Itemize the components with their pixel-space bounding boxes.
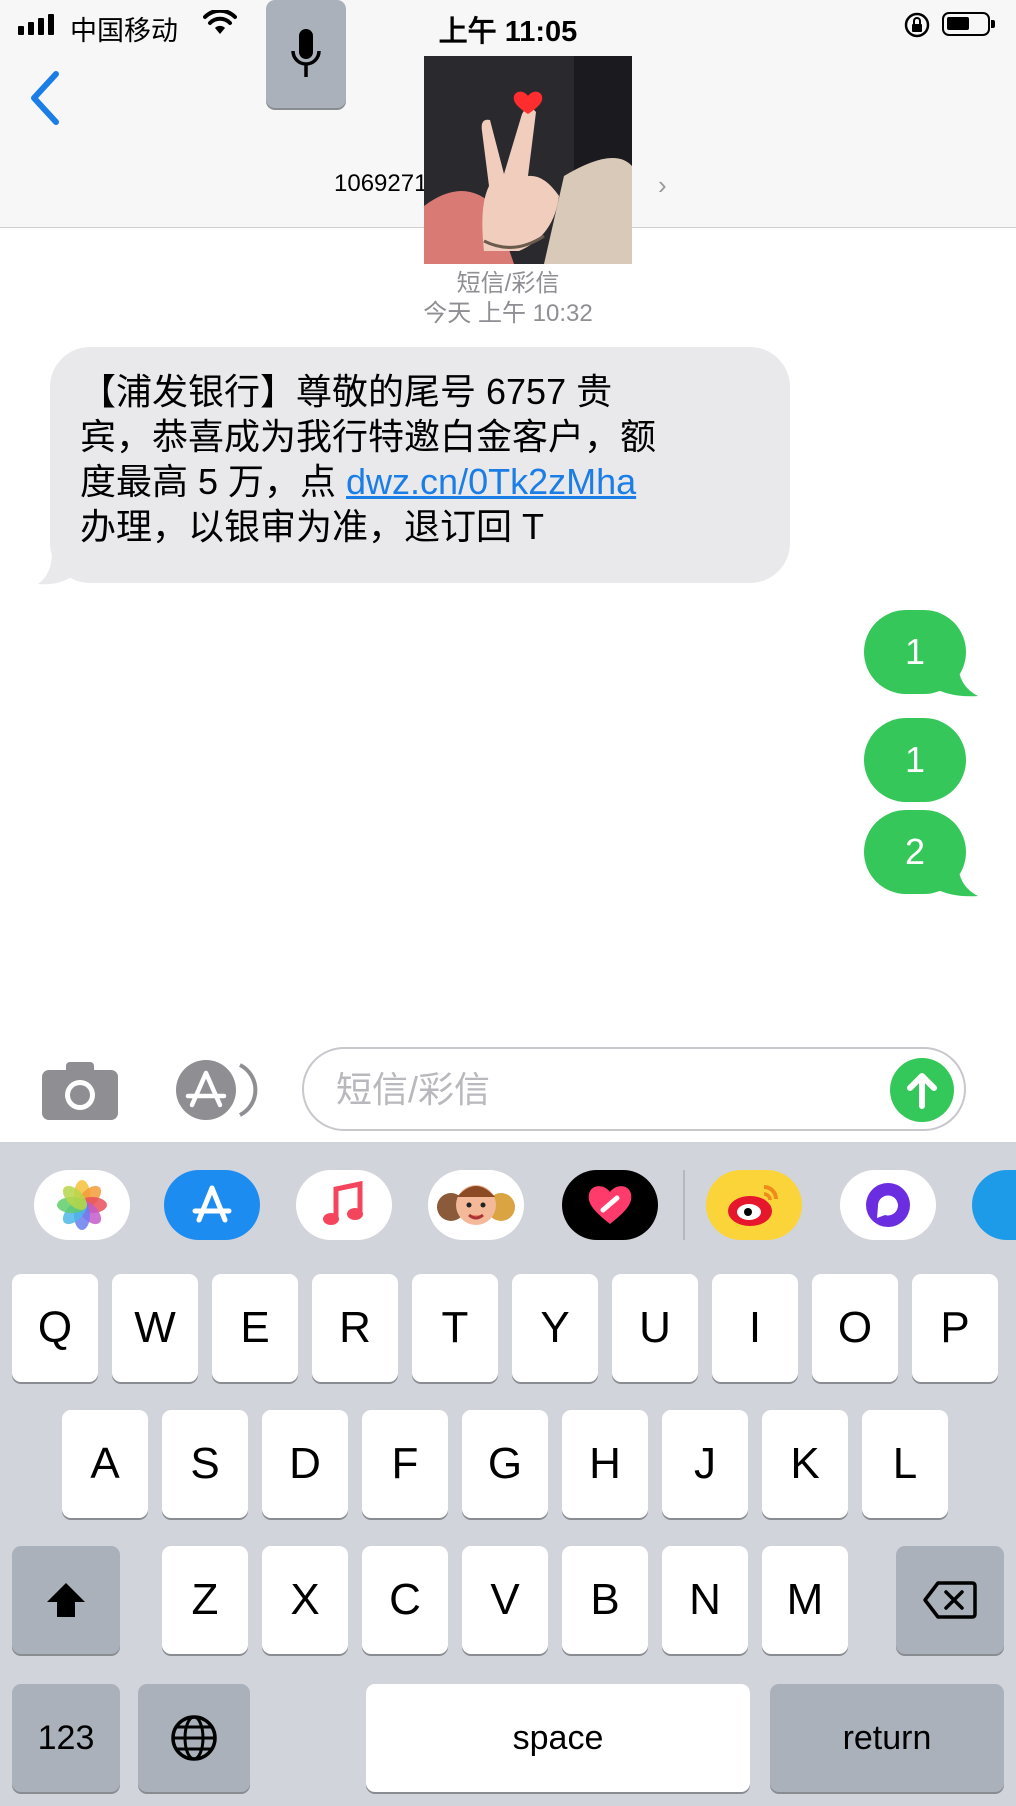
key-v[interactable]: V [462, 1546, 548, 1654]
key-w[interactable]: W [112, 1274, 198, 1382]
weibo-icon[interactable] [706, 1170, 802, 1240]
message-line: 办理，以银审为准，退订回 T [80, 506, 544, 547]
key-s[interactable]: S [162, 1410, 248, 1518]
outgoing-message-bubble: 2 [864, 810, 966, 894]
rotation-lock-icon [904, 12, 930, 38]
message-timestamp: 今天 上午 10:32 [423, 300, 593, 327]
chevron-left-icon [31, 71, 59, 125]
key-f[interactable]: F [362, 1410, 448, 1518]
key-c[interactable]: C [362, 1546, 448, 1654]
key-o[interactable]: O [812, 1274, 898, 1382]
chat-bubble-icon[interactable] [840, 1170, 936, 1240]
key-z[interactable]: Z [162, 1546, 248, 1654]
key-e[interactable]: E [212, 1274, 298, 1382]
microphone-icon [291, 29, 321, 77]
numbers-key[interactable]: 123 [12, 1684, 120, 1792]
shift-icon [47, 1583, 85, 1617]
key-j[interactable]: J [662, 1410, 748, 1518]
key-y[interactable]: Y [512, 1274, 598, 1382]
globe-icon [171, 1715, 217, 1761]
message-link[interactable]: dwz.cn/0Tk2zMha [346, 461, 636, 502]
app-drawer-divider [683, 1170, 685, 1240]
message-line: 度最高 5 万，点 dwz.cn/0Tk2zMha [80, 459, 762, 504]
globe-key[interactable] [138, 1684, 250, 1792]
incoming-message-bubble: 【浦发银行】尊敬的尾号 6757 贵 宾，恭喜成为我行特邀白金客户，额 度最高 … [50, 347, 790, 583]
shift-key[interactable] [12, 1546, 120, 1654]
photos-flower [57, 1180, 107, 1230]
music-note [323, 1180, 363, 1225]
photos-icon[interactable] [34, 1170, 130, 1240]
status-time: 上午 11:05 [438, 16, 578, 48]
music-icon[interactable] [296, 1170, 392, 1240]
key-q[interactable]: Q [12, 1274, 98, 1382]
key-g[interactable]: G [462, 1410, 548, 1518]
key-a[interactable]: A [62, 1410, 148, 1518]
battery-icon [942, 12, 995, 36]
key-p[interactable]: P [912, 1274, 998, 1382]
message-text: 度最高 5 万，点 [80, 461, 347, 502]
app-store-glyph [192, 1185, 232, 1223]
message-line: 【浦发银行】尊敬的尾号 6757 贵 [80, 371, 613, 412]
memoji-icon[interactable] [428, 1170, 524, 1240]
key-k[interactable]: K [762, 1410, 848, 1518]
arrow-up-icon [907, 1073, 937, 1109]
message-composer [302, 1047, 966, 1131]
delete-icon [923, 1581, 977, 1619]
key-l[interactable]: L [862, 1410, 948, 1518]
key-r[interactable]: R [312, 1274, 398, 1382]
weibo-glyph [728, 1185, 778, 1226]
message-line: 宾，恭喜成为我行特邀白金客户，额 [80, 416, 657, 457]
key-h[interactable]: H [562, 1410, 648, 1518]
app-store-icon[interactable] [164, 1170, 260, 1240]
contact-chevron-icon[interactable]: › [658, 170, 667, 201]
outgoing-message-bubble: 1 [864, 610, 966, 694]
camera-icon [42, 1062, 118, 1120]
memoji-faces [437, 1185, 515, 1225]
key-x[interactable]: X [262, 1546, 348, 1654]
status-bar: 中国移动 上午 11:05 [0, 0, 1016, 52]
key-d[interactable]: D [262, 1410, 348, 1518]
app-store-icon [176, 1060, 258, 1120]
key-u[interactable]: U [612, 1274, 698, 1382]
delete-key[interactable] [896, 1546, 1004, 1654]
return-key[interactable]: return [770, 1684, 1004, 1792]
camera-button[interactable] [42, 1062, 118, 1120]
chat-glyph [866, 1183, 910, 1227]
back-button[interactable] [26, 68, 66, 128]
dictation-key[interactable] [266, 0, 346, 108]
outgoing-message-bubble: 1 [864, 718, 966, 802]
key-b[interactable]: B [562, 1546, 648, 1654]
message-input[interactable] [334, 1049, 878, 1131]
key-n[interactable]: N [662, 1546, 748, 1654]
partial-app-icon[interactable] [972, 1170, 1016, 1240]
heart-glyph [588, 1186, 632, 1224]
avatar [424, 56, 632, 264]
heart-app-icon[interactable] [562, 1170, 658, 1240]
space-key[interactable]: space [366, 1684, 750, 1792]
app-drawer [0, 1142, 1016, 1266]
apps-button[interactable] [170, 1059, 260, 1121]
key-m[interactable]: M [762, 1546, 848, 1654]
send-button[interactable] [890, 1058, 954, 1122]
key-t[interactable]: T [412, 1274, 498, 1382]
key-i[interactable]: I [712, 1274, 798, 1382]
